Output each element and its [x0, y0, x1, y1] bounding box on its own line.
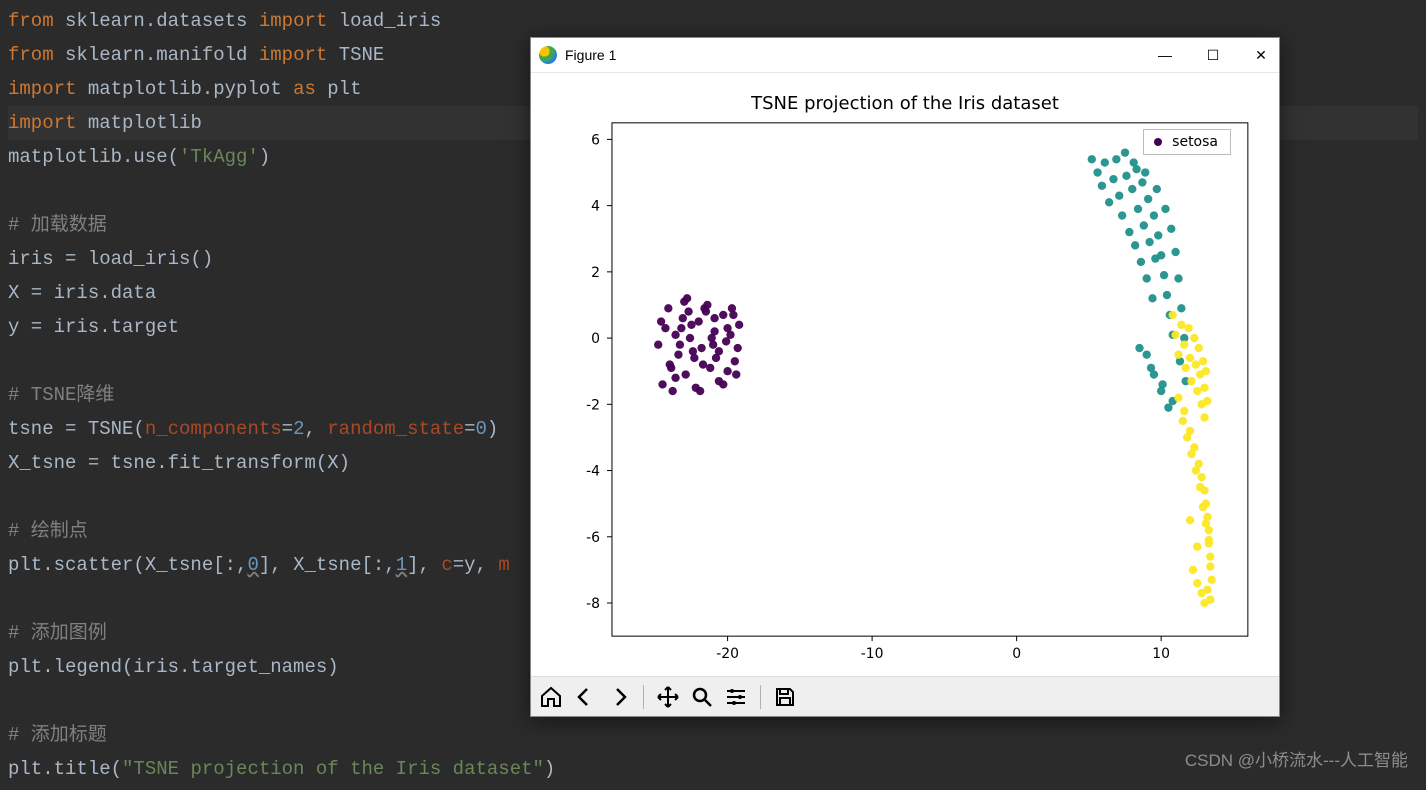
- configure-icon[interactable]: [724, 685, 748, 709]
- svg-text:-4: -4: [586, 464, 600, 480]
- window-title: Figure 1: [565, 47, 616, 63]
- svg-text:-6: -6: [586, 530, 600, 546]
- svg-text:0: 0: [591, 331, 600, 347]
- svg-text:0: 0: [1012, 646, 1021, 662]
- legend-marker: [1154, 138, 1162, 146]
- minimize-button[interactable]: —: [1155, 47, 1175, 64]
- app-icon: [539, 46, 557, 64]
- svg-text:-2: -2: [586, 397, 600, 413]
- scatter-chart: -20-10010-8-6-4-20246: [531, 73, 1279, 676]
- legend-label: setosa: [1172, 134, 1218, 150]
- back-icon[interactable]: [573, 685, 597, 709]
- close-button[interactable]: ✕: [1251, 47, 1271, 64]
- toolbar-separator: [760, 685, 761, 709]
- save-icon[interactable]: [773, 685, 797, 709]
- titlebar[interactable]: Figure 1 — ☐ ✕: [531, 38, 1279, 73]
- home-icon[interactable]: [539, 685, 563, 709]
- pan-icon[interactable]: [656, 685, 680, 709]
- legend: setosa: [1143, 129, 1231, 155]
- toolbar-separator: [643, 685, 644, 709]
- svg-text:2: 2: [591, 265, 600, 281]
- zoom-icon[interactable]: [690, 685, 714, 709]
- plot-area[interactable]: TSNE projection of the Iris dataset -20-…: [531, 73, 1279, 676]
- svg-text:-10: -10: [861, 646, 884, 662]
- svg-text:-8: -8: [586, 596, 600, 612]
- svg-text:-20: -20: [716, 646, 739, 662]
- matplotlib-toolbar: [531, 676, 1279, 716]
- maximize-button[interactable]: ☐: [1203, 47, 1223, 64]
- svg-text:6: 6: [591, 132, 600, 148]
- svg-text:10: 10: [1152, 646, 1170, 662]
- svg-text:4: 4: [591, 199, 600, 215]
- watermark: CSDN @小桥流水---人工智能: [1185, 746, 1408, 771]
- figure-window: Figure 1 — ☐ ✕ TSNE projection of the Ir…: [530, 37, 1280, 717]
- forward-icon[interactable]: [607, 685, 631, 709]
